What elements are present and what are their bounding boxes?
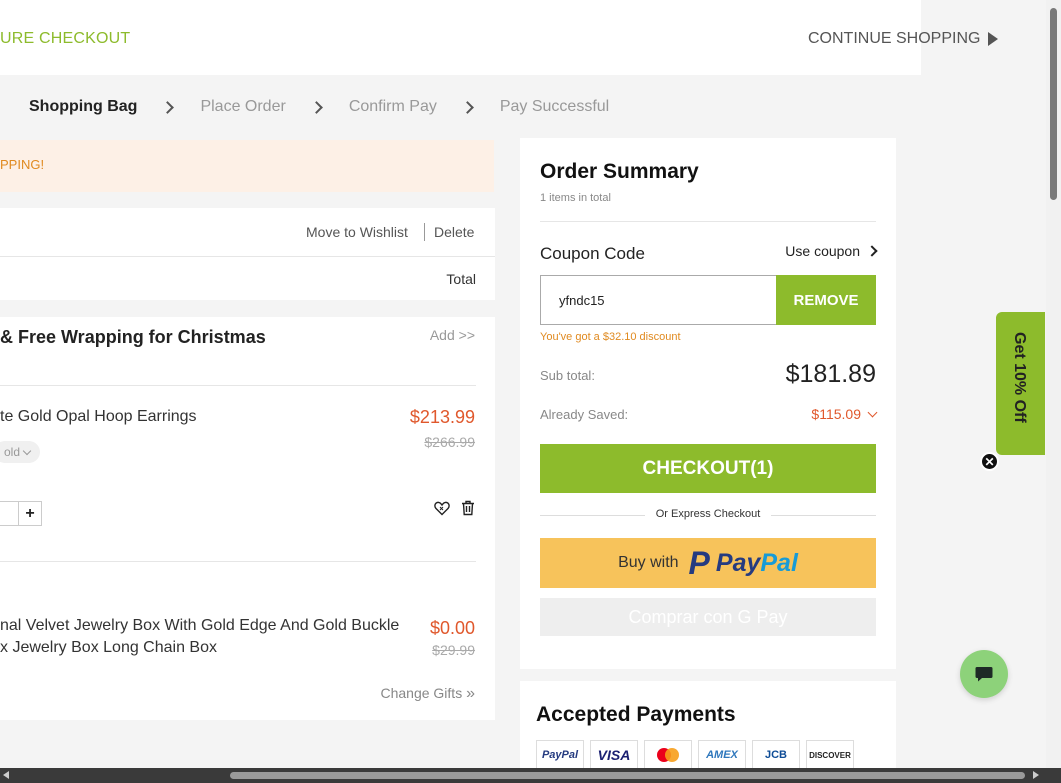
google-pay-label: Comprar con G Pay [628,606,788,627]
chevron-down-icon [867,407,878,417]
secure-checkout-label: URE CHECKOUT [0,30,131,47]
gift-wrap-title: & Free Wrapping for Christmas [0,327,266,347]
gift-item-old-price: $29.99 [432,642,475,658]
chevron-right-icon [460,100,474,114]
discount-note: You've got a $32.10 discount [540,331,681,343]
horizontal-scrollbar[interactable] [0,768,1061,783]
step-place-order: Place Order [200,98,286,115]
chevron-right-icon [866,245,878,257]
checkout-steps: Shopping Bag Place Order Confirm Pay Pay… [29,98,609,116]
order-summary-title: Order Summary [540,160,699,183]
cart-items-card: & Free Wrapping for Christmas Add >> te … [0,317,495,720]
item-price: $213.99 [409,407,475,427]
move-to-wishlist-link[interactable]: Move to Wishlist [306,224,408,240]
chat-bubble-icon [975,667,993,682]
chevron-right-icon [161,100,175,114]
jcb-icon: JCB [752,740,800,770]
delete-link[interactable]: Delete [434,224,474,240]
gift-item-name[interactable]: nal Velvet Jewelry Box With Gold Edge An… [0,617,399,635]
gift-item-name-line2[interactable]: x Jewelry Box Long Chain Box [0,639,217,657]
gift-item-price: $0.00 [429,618,475,638]
already-saved-toggle[interactable]: $115.09 [811,406,878,422]
vertical-scrollbar[interactable] [1046,0,1061,768]
change-gifts-label: Change Gifts [380,685,463,701]
paypal-logo-icon: P [688,545,710,581]
paypal-wordmark: PayPal [715,548,798,577]
variant-selector[interactable]: old [0,441,40,463]
cart-actions-card: Move to Wishlist Delete Total [0,208,495,300]
remove-coupon-button[interactable]: REMOVE [776,275,876,325]
item-name[interactable]: te Gold Opal Hoop Earrings [0,408,197,426]
payment-icons: PayPal VISA AMEX JCB DISCOVER [536,740,854,770]
paypal-buy-with-label: Buy with [618,554,679,571]
divider [540,221,876,222]
banner-text: PPING! [0,157,45,172]
quantity-increment-button[interactable]: + [18,501,42,526]
divider [0,256,495,257]
already-saved-label: Already Saved: [540,407,629,422]
order-summary-card: Order Summary 1 items in total Coupon Co… [520,138,896,669]
chevron-right-icon [309,100,323,114]
discover-icon: DISCOVER [806,740,854,770]
coupon-input[interactable] [540,275,777,325]
checkout-button[interactable]: CHECKOUT(1) [540,444,876,493]
step-shopping-bag: Shopping Bag [29,98,138,115]
continue-shopping-label: CONTINUE SHOPPING [808,30,981,47]
mastercard-icon [644,740,692,770]
shipping-banner: PPING! [0,140,494,192]
gift-wrap-add-link[interactable]: Add >> [430,327,475,343]
item-old-price: $266.99 [424,434,475,450]
amex-icon: AMEX [698,740,746,770]
quantity-input[interactable] [0,501,19,526]
top-bar: URE CHECKOUT CONTINUE SHOPPING [0,0,999,75]
step-pay-successful: Pay Successful [499,98,610,115]
chat-button[interactable] [960,650,1008,698]
google-pay-button[interactable]: Comprar con G Pay [540,598,876,636]
paypal-icon: PayPal [536,740,584,770]
subtotal-value: $181.89 [785,360,876,388]
trash-icon[interactable] [459,499,477,517]
total-column-header: Total [446,271,476,287]
use-coupon-label: Use coupon [785,243,860,259]
play-arrow-icon [988,32,999,46]
chevron-down-icon [22,446,32,455]
already-saved-value: $115.09 [811,406,861,422]
coupon-code-label: Coupon Code [540,244,645,263]
scroll-left-arrow-icon[interactable] [3,771,9,779]
accepted-payments-title: Accepted Payments [536,703,736,726]
items-count: 1 items in total [540,192,611,204]
scroll-right-arrow-icon[interactable] [1033,771,1039,779]
promo-tab-label: Get 10% Off [1011,332,1028,423]
visa-icon: VISA [590,740,638,770]
wishlist-heart-icon[interactable] [433,499,451,517]
continue-shopping-link[interactable]: CONTINUE SHOPPING [808,30,999,48]
divider [0,561,476,562]
variant-value: old [3,445,20,459]
subtotal-label: Sub total: [540,368,595,383]
paypal-button[interactable]: Buy with P PayPal [540,538,876,588]
use-coupon-link[interactable]: Use coupon [785,243,878,259]
action-divider [424,223,425,241]
double-chevron-right-icon: » [466,685,475,702]
step-confirm-pay: Confirm Pay [348,98,437,115]
divider [0,385,476,386]
scrollbar-thumb[interactable] [1050,8,1057,200]
close-icon[interactable]: ✕ [980,452,999,471]
promo-side-tab[interactable]: Get 10% Off [996,312,1045,455]
express-checkout-label: Or Express Checkout [540,508,876,520]
change-gifts-link[interactable]: Change Gifts » [380,685,475,703]
scrollbar-thumb[interactable] [230,772,1025,779]
